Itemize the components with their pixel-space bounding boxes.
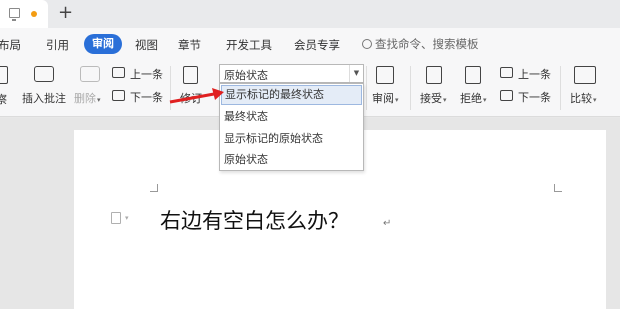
menu-member[interactable]: 会员专享 [294,37,340,53]
review-pane-icon [376,66,394,84]
option-original-with-markup[interactable]: 显示标记的原始状态 [221,129,362,149]
delete-label: 删除 [74,92,96,105]
reject-icon [465,66,481,84]
next-comment-icon [112,90,125,101]
chevron-down-icon[interactable]: ▼ [349,65,363,82]
chevron-down-icon[interactable]: ▾ [125,214,129,222]
compare-button[interactable]: 比较▾ [570,90,597,106]
next-comment-button[interactable]: 下一条 [130,89,163,105]
option-final-with-markup[interactable]: 显示标记的最终状态 [221,85,362,105]
menu-view[interactable]: 视图 [135,37,158,53]
comment-plus-icon [34,66,54,82]
prev-comment-button[interactable]: 上一条 [130,66,163,82]
chevron-down-icon: ▾ [593,96,597,104]
chevron-down-icon: ▾ [395,96,399,104]
compare-label: 比较 [570,92,592,105]
document-text[interactable]: 右边有空白怎么办？ [160,205,349,235]
next-change-icon [500,90,513,101]
chevron-down-icon: ▾ [97,96,101,104]
cut-off-icon[interactable] [0,66,8,84]
prev-change-icon [500,67,513,78]
compare-icon [574,66,596,84]
option-original[interactable]: 原始状态 [221,150,362,170]
unsaved-dot-icon [31,11,37,17]
menu-developer[interactable]: 开发工具 [226,37,272,53]
prev-comment-icon [112,67,125,78]
separator [410,66,411,110]
paragraph-icon[interactable] [111,212,121,224]
accept-button[interactable]: 接受▾ [420,90,447,106]
document-icon [9,8,20,21]
cut-off-label: 察 [0,93,7,106]
review-button[interactable]: 审阅▾ [372,90,399,106]
insert-comment-button[interactable]: 插入批注 [22,90,66,106]
annotation-arrow [169,88,224,104]
menu-sections[interactable]: 章节 [178,37,201,53]
display-mode-value: 原始状态 [224,69,268,82]
title-bar: + [0,0,620,28]
separator [366,66,367,110]
reject-button[interactable]: 拒绝▾ [460,90,487,106]
review-label: 审阅 [372,92,394,105]
search-icon [362,39,372,49]
menu-references[interactable]: 引用 [46,37,69,53]
margin-mark [150,184,158,192]
menu-review[interactable]: 审阅 [84,34,122,54]
document-tab[interactable] [0,0,48,28]
chevron-down-icon: ▾ [483,96,487,104]
display-mode-select[interactable]: 原始状态 ▼ [219,64,364,83]
display-mode-dropdown: 显示标记的最终状态 最终状态 显示标记的原始状态 原始状态 [219,83,364,171]
delete-comment-button[interactable]: 删除▾ [74,90,101,106]
separator [560,66,561,110]
command-search[interactable]: 查找命令、搜索模板 [362,36,479,52]
menu-bar: 布局 引用 审阅 视图 章节 开发工具 会员专享 查找命令、搜索模板 [0,28,620,60]
menu-layout[interactable]: 布局 [0,37,21,53]
new-tab-icon[interactable]: + [58,2,73,24]
next-change-button[interactable]: 下一条 [518,89,551,105]
revise-icon [183,66,198,84]
search-placeholder: 查找命令、搜索模板 [375,37,479,51]
delete-comment-icon [80,66,100,82]
margin-mark [554,184,562,192]
accept-icon [426,66,442,84]
accept-label: 接受 [420,92,442,105]
paragraph-mark-icon: ↵ [383,218,392,229]
chevron-down-icon: ▾ [443,96,447,104]
prev-change-button[interactable]: 上一条 [518,66,551,82]
reject-label: 拒绝 [460,92,482,105]
option-final[interactable]: 最终状态 [221,107,362,127]
